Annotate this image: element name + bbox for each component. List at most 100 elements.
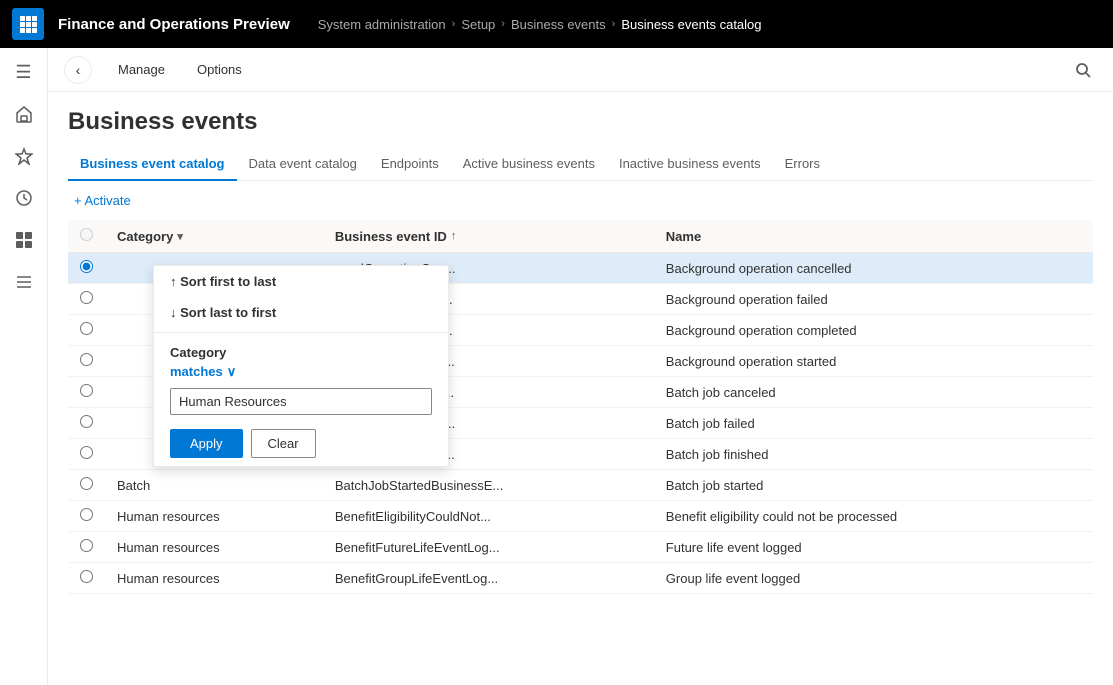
app-launcher-button[interactable] — [12, 8, 44, 40]
row-radio-input[interactable] — [80, 322, 93, 335]
table-container: Category ▾ ↑ Sort first to last — [68, 220, 1093, 594]
row-radio-input[interactable] — [80, 260, 93, 273]
events-table: Category ▾ ↑ Sort first to last — [68, 220, 1093, 594]
tab-inactive-business-events[interactable]: Inactive business events — [607, 148, 773, 181]
tab-errors[interactable]: Errors — [773, 148, 832, 181]
category-th-inner: Category ▾ — [117, 229, 311, 244]
row-radio-cell — [68, 501, 105, 532]
filter-label: Category — [170, 345, 432, 360]
tab-active-business-events[interactable]: Active business events — [451, 148, 607, 181]
category-dropdown-toggle[interactable]: ▾ — [177, 230, 183, 243]
row-category: Human resources — [105, 532, 323, 563]
row-name: Benefit eligibility could not be process… — [654, 501, 1093, 532]
th-name: Name — [654, 220, 1093, 253]
table-row[interactable]: Human resourcesBenefitFutureLifeEventLog… — [68, 532, 1093, 563]
list-icon[interactable] — [4, 262, 44, 302]
main-content: ‹ Manage Options Business events Busines… — [48, 48, 1113, 685]
back-button[interactable]: ‹ — [64, 56, 92, 84]
filter-buttons: Apply Clear — [170, 429, 432, 458]
row-radio-cell — [68, 470, 105, 501]
row-radio-cell — [68, 532, 105, 563]
row-radio-cell — [68, 377, 105, 408]
page-area: Business events Business event catalog D… — [48, 92, 1113, 685]
row-radio-cell — [68, 563, 105, 594]
left-nav: ☰ — [0, 48, 48, 685]
sort-asc-button[interactable]: ↑ Sort first to last — [154, 266, 448, 297]
row-radio-input[interactable] — [80, 353, 93, 366]
row-radio-cell — [68, 408, 105, 439]
row-radio-input[interactable] — [80, 415, 93, 428]
activate-button[interactable]: + Activate — [68, 189, 137, 212]
row-name: Background operation cancelled — [654, 253, 1093, 284]
row-name: Background operation completed — [654, 315, 1093, 346]
hamburger-icon[interactable]: ☰ — [4, 52, 44, 92]
row-radio-input[interactable] — [80, 446, 93, 459]
favorites-icon[interactable] — [4, 136, 44, 176]
row-radio-input[interactable] — [80, 291, 93, 304]
name-col-label: Name — [666, 229, 701, 244]
row-radio-cell — [68, 439, 105, 470]
row-radio-input[interactable] — [80, 570, 93, 583]
row-radio-input[interactable] — [80, 477, 93, 490]
row-radio-input[interactable] — [80, 539, 93, 552]
row-radio-input[interactable] — [80, 384, 93, 397]
category-filter-input[interactable] — [170, 388, 432, 415]
table-row[interactable]: BatchBatchJobStartedBusinessE...Batch jo… — [68, 470, 1093, 501]
sort-asc-label: ↑ Sort first to last — [170, 274, 276, 289]
workspaces-icon[interactable] — [4, 220, 44, 260]
clear-filter-button[interactable]: Clear — [251, 429, 316, 458]
breadcrumb: System administration › Setup › Business… — [318, 17, 762, 32]
row-name: Batch job failed — [654, 408, 1093, 439]
table-row[interactable]: Human resourcesBenefitEligibilityCouldNo… — [68, 501, 1093, 532]
row-event-id: BenefitEligibilityCouldNot... — [323, 501, 654, 532]
breadcrumb-item-4: Business events catalog — [621, 17, 761, 32]
row-name: Batch job canceled — [654, 377, 1093, 408]
app-title: Finance and Operations Preview — [58, 16, 290, 33]
top-bar: Finance and Operations Preview System ad… — [0, 0, 1113, 48]
row-name: Batch job finished — [654, 439, 1093, 470]
row-name: Batch job started — [654, 470, 1093, 501]
filter-section: Category matches ∨ Apply — [154, 337, 448, 462]
row-radio-input[interactable] — [80, 508, 93, 521]
home-icon[interactable] — [4, 94, 44, 134]
breadcrumb-item-1[interactable]: System administration — [318, 17, 446, 32]
row-name: Future life event logged — [654, 532, 1093, 563]
row-event-id: BatchJobStartedBusinessE... — [323, 470, 654, 501]
row-category: Batch — [105, 470, 323, 501]
tab-business-event-catalog[interactable]: Business event catalog — [68, 148, 237, 181]
breadcrumb-chevron-3: › — [612, 18, 616, 30]
apply-filter-button[interactable]: Apply — [170, 429, 243, 458]
breadcrumb-item-2[interactable]: Setup — [461, 17, 495, 32]
breadcrumb-chevron-1: › — [452, 18, 456, 30]
row-event-id: BenefitGroupLifeEventLog... — [323, 563, 654, 594]
filter-matches-dropdown[interactable]: matches ∨ — [170, 364, 432, 380]
row-radio-cell — [68, 253, 105, 284]
row-event-id: BenefitFutureLifeEventLog... — [323, 532, 654, 563]
th-select — [68, 220, 105, 253]
sort-desc-button[interactable]: ↓ Sort last to first — [154, 297, 448, 328]
row-category: Human resources — [105, 563, 323, 594]
row-radio-cell — [68, 346, 105, 377]
event-id-col-label: Business event ID — [335, 229, 447, 244]
table-header-row: Category ▾ ↑ Sort first to last — [68, 220, 1093, 253]
row-category: Human resources — [105, 501, 323, 532]
th-category: Category ▾ ↑ Sort first to last — [105, 220, 323, 253]
category-col-label: Category — [117, 229, 173, 244]
header-radio — [80, 228, 93, 241]
breadcrumb-chevron-2: › — [501, 18, 505, 30]
tab-endpoints[interactable]: Endpoints — [369, 148, 451, 181]
breadcrumb-item-3[interactable]: Business events — [511, 17, 606, 32]
tab-data-event-catalog[interactable]: Data event catalog — [237, 148, 369, 181]
recent-icon[interactable] — [4, 178, 44, 218]
table-row[interactable]: Human resourcesBenefitGroupLifeEventLog.… — [68, 563, 1093, 594]
category-dropdown-wrapper: Category ▾ ↑ Sort first to last — [117, 229, 311, 244]
matches-chevron-icon: ∨ — [227, 364, 237, 380]
row-name: Background operation failed — [654, 284, 1093, 315]
manage-button[interactable]: Manage — [112, 58, 171, 81]
matches-label: matches — [170, 364, 223, 379]
toolbar-row: + Activate — [68, 181, 1093, 220]
search-button[interactable] — [1069, 56, 1097, 84]
event-id-sort-icon[interactable]: ↑ — [451, 230, 457, 242]
row-radio-cell — [68, 284, 105, 315]
options-button[interactable]: Options — [191, 58, 248, 81]
